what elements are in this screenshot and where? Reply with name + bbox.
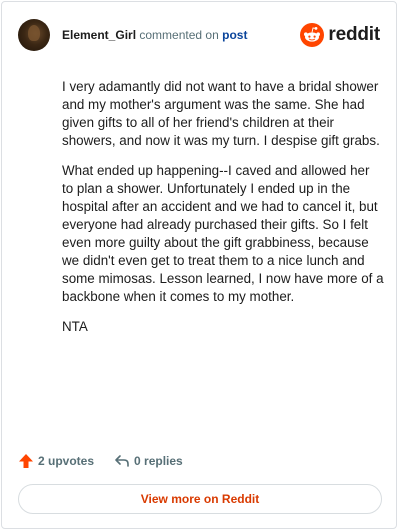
view-more-on-reddit-button[interactable]: View more on Reddit [18, 484, 382, 514]
commented-on-text: commented on [139, 28, 219, 42]
comment-paragraph: NTA [62, 319, 88, 334]
comment-embed-card: Element_Girl commented on post reddit I … [1, 1, 397, 529]
reddit-wordmark: reddit [328, 24, 380, 45]
comment-paragraph: What ended up happening--I caved and all… [62, 163, 384, 304]
comment-body: I very adamantly did not want to have a … [62, 78, 384, 348]
view-more-label: View more on Reddit [140, 492, 260, 506]
comment-paragraph: I very adamantly did not want to have a … [62, 79, 380, 148]
upvote-count: 2 upvotes [38, 454, 95, 468]
reply-count: 0 replies [134, 454, 183, 468]
upvote-button[interactable]: 2 upvotes [18, 453, 94, 469]
reddit-logo[interactable]: reddit [300, 23, 380, 47]
post-link[interactable]: post [222, 28, 247, 42]
username[interactable]: Element_Girl [62, 28, 136, 42]
upvote-arrow-icon [19, 454, 33, 468]
reddit-snoo-icon [300, 23, 325, 47]
reply-arrow-icon [115, 455, 129, 467]
comment-actions: 2 upvotes 0 replies [18, 450, 183, 472]
comment-meta: Element_Girl commented on post [62, 27, 247, 43]
comment-header: Element_Girl commented on post reddit [18, 18, 380, 52]
reply-button[interactable]: 0 replies [114, 453, 183, 469]
user-avatar[interactable] [18, 19, 50, 51]
